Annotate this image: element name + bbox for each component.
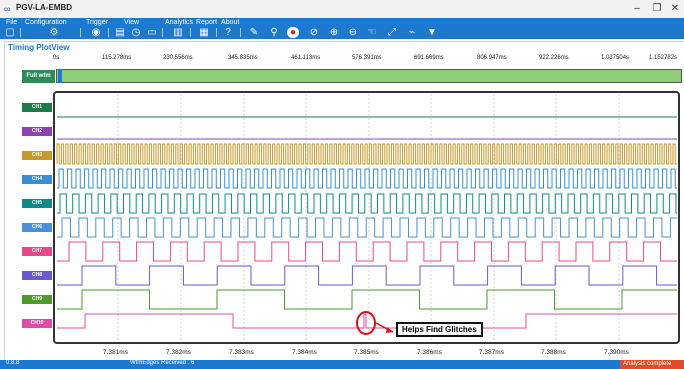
time-axis-label: 7.382ms (166, 349, 191, 356)
status-edges: WfmEdges Received : 6 (130, 360, 195, 366)
time-axis-label: 7.386ms (417, 349, 442, 356)
time-axis-label: 7.385ms (354, 349, 379, 356)
trace-ch10 (57, 313, 677, 329)
glitch-annotation: Helps Find Glitches (396, 322, 483, 337)
status-analysis: Analysis complete (620, 360, 684, 369)
time-axis-label: 7.381ms (103, 349, 128, 356)
time-axis-label: 7.390ms (604, 349, 629, 356)
trace-ch8 (57, 265, 677, 286)
status-bar: 0.8.8 WfmEdges Received : 6 Analysis com… (0, 360, 684, 369)
status-version: 0.8.8 (6, 360, 20, 366)
trace-ch7 (57, 241, 677, 262)
waveform-traces (56, 94, 677, 341)
trace-ch3 (56, 143, 677, 165)
time-axis-label: 7.384ms (292, 349, 317, 356)
trace-ch6 (57, 217, 677, 238)
time-axis-label: 7.388ms (541, 349, 566, 356)
trace-ch9 (57, 289, 677, 310)
time-axis-label: 7.383ms (229, 349, 254, 356)
trace-ch5 (57, 193, 677, 214)
trace-ch4 (57, 168, 677, 189)
time-axis-label: 7.387ms (479, 349, 504, 356)
